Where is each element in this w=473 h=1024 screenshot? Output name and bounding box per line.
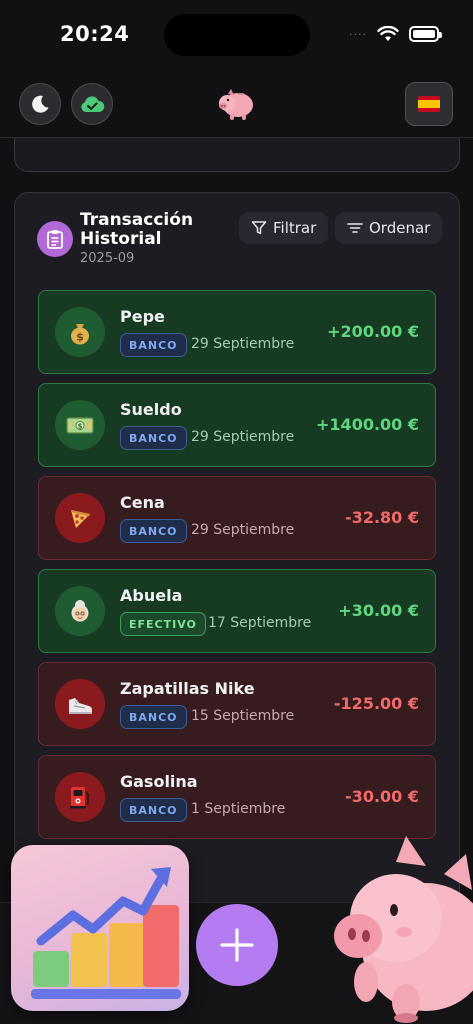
status-icons: ····	[349, 26, 442, 42]
cloud-check-icon	[81, 96, 105, 112]
status-bar: 20:24 ····	[0, 0, 473, 72]
payment-method-badge: BANCO	[120, 333, 187, 357]
dynamic-island	[164, 14, 310, 56]
payment-method-badge: BANCO	[120, 798, 187, 822]
cloud-sync-button[interactable]	[71, 83, 113, 125]
history-period: 2025-09	[80, 251, 135, 266]
transaction-name: Abuela	[120, 586, 183, 605]
transaction-date: 29 Septiembre	[191, 522, 295, 538]
previous-card	[14, 138, 460, 172]
transaction-date: 1 Septiembre	[191, 801, 286, 817]
transaction-row[interactable]: Abuela EFECTIVO 17 Septiembre +30.00 €	[38, 569, 436, 653]
payment-method-badge: BANCO	[120, 519, 187, 543]
history-title: Transacción Historial	[80, 210, 194, 249]
money-bag-icon: $	[55, 307, 105, 357]
filter-label: Filtrar	[273, 219, 317, 237]
transaction-date: 29 Septiembre	[191, 429, 295, 445]
dark-mode-button[interactable]	[19, 83, 61, 125]
transaction-amount: -125.00 €	[333, 694, 419, 713]
sort-label: Ordenar	[369, 219, 431, 237]
fuel-pump-icon	[55, 772, 105, 822]
piggy-bank-icon	[216, 82, 258, 128]
transaction-name: Cena	[120, 493, 165, 512]
signal-icon: ····	[349, 27, 367, 41]
filter-icon	[251, 221, 267, 235]
transaction-amount: +1400.00 €	[316, 415, 419, 434]
transaction-name: Pepe	[120, 307, 165, 326]
transaction-amount: +200.00 €	[327, 322, 419, 341]
sort-button[interactable]: Ordenar	[335, 212, 443, 244]
transaction-row[interactable]: Zapatillas Nike BANCO 15 Septiembre -125…	[38, 662, 436, 746]
language-button[interactable]	[405, 82, 453, 126]
top-bar	[0, 72, 473, 138]
transaction-row[interactable]: Gasolina BANCO 1 Septiembre -30.00 €	[38, 755, 436, 839]
payment-method-badge: BANCO	[120, 705, 187, 729]
transaction-amount: -32.80 €	[345, 508, 419, 527]
banknotes-icon: $	[55, 400, 105, 450]
spain-flag-icon	[418, 96, 440, 112]
sneaker-icon	[55, 679, 105, 729]
moon-icon	[32, 95, 49, 113]
transaction-name: Sueldo	[120, 400, 182, 419]
filter-button[interactable]: Filtrar	[239, 212, 329, 244]
battery-icon	[409, 26, 442, 42]
pizza-icon	[55, 493, 105, 543]
transaction-date: 15 Septiembre	[191, 708, 295, 724]
transaction-name: Zapatillas Nike	[120, 679, 255, 698]
transaction-amount: +30.00 €	[338, 601, 419, 620]
growth-chart-icon	[31, 867, 181, 999]
transaction-row[interactable]: Cena BANCO 29 Septiembre -32.80 €	[38, 476, 436, 560]
transaction-row[interactable]: $ Pepe BANCO 29 Septiembre +200.00 €	[38, 290, 436, 374]
wifi-icon	[377, 26, 399, 41]
payment-method-badge: EFECTIVO	[120, 612, 206, 636]
transaction-date: 29 Septiembre	[191, 336, 295, 352]
piggy-mascot-icon	[326, 832, 473, 1024]
grandma-icon	[55, 586, 105, 636]
svg-text:$: $	[76, 331, 84, 344]
svg-text:$: $	[78, 423, 83, 431]
transaction-row[interactable]: $ Sueldo BANCO 29 Septiembre +1400.00 €	[38, 383, 436, 467]
add-transaction-button[interactable]	[196, 904, 278, 986]
sort-icon	[347, 223, 363, 233]
transaction-name: Gasolina	[120, 772, 198, 791]
transaction-amount: -30.00 €	[345, 787, 419, 806]
payment-method-badge: BANCO	[120, 426, 187, 450]
clipboard-icon	[37, 221, 73, 257]
plus-icon	[220, 928, 254, 962]
transaction-date: 17 Septiembre	[208, 615, 312, 631]
statistics-button[interactable]	[11, 845, 189, 1011]
status-time: 20:24	[60, 22, 130, 46]
